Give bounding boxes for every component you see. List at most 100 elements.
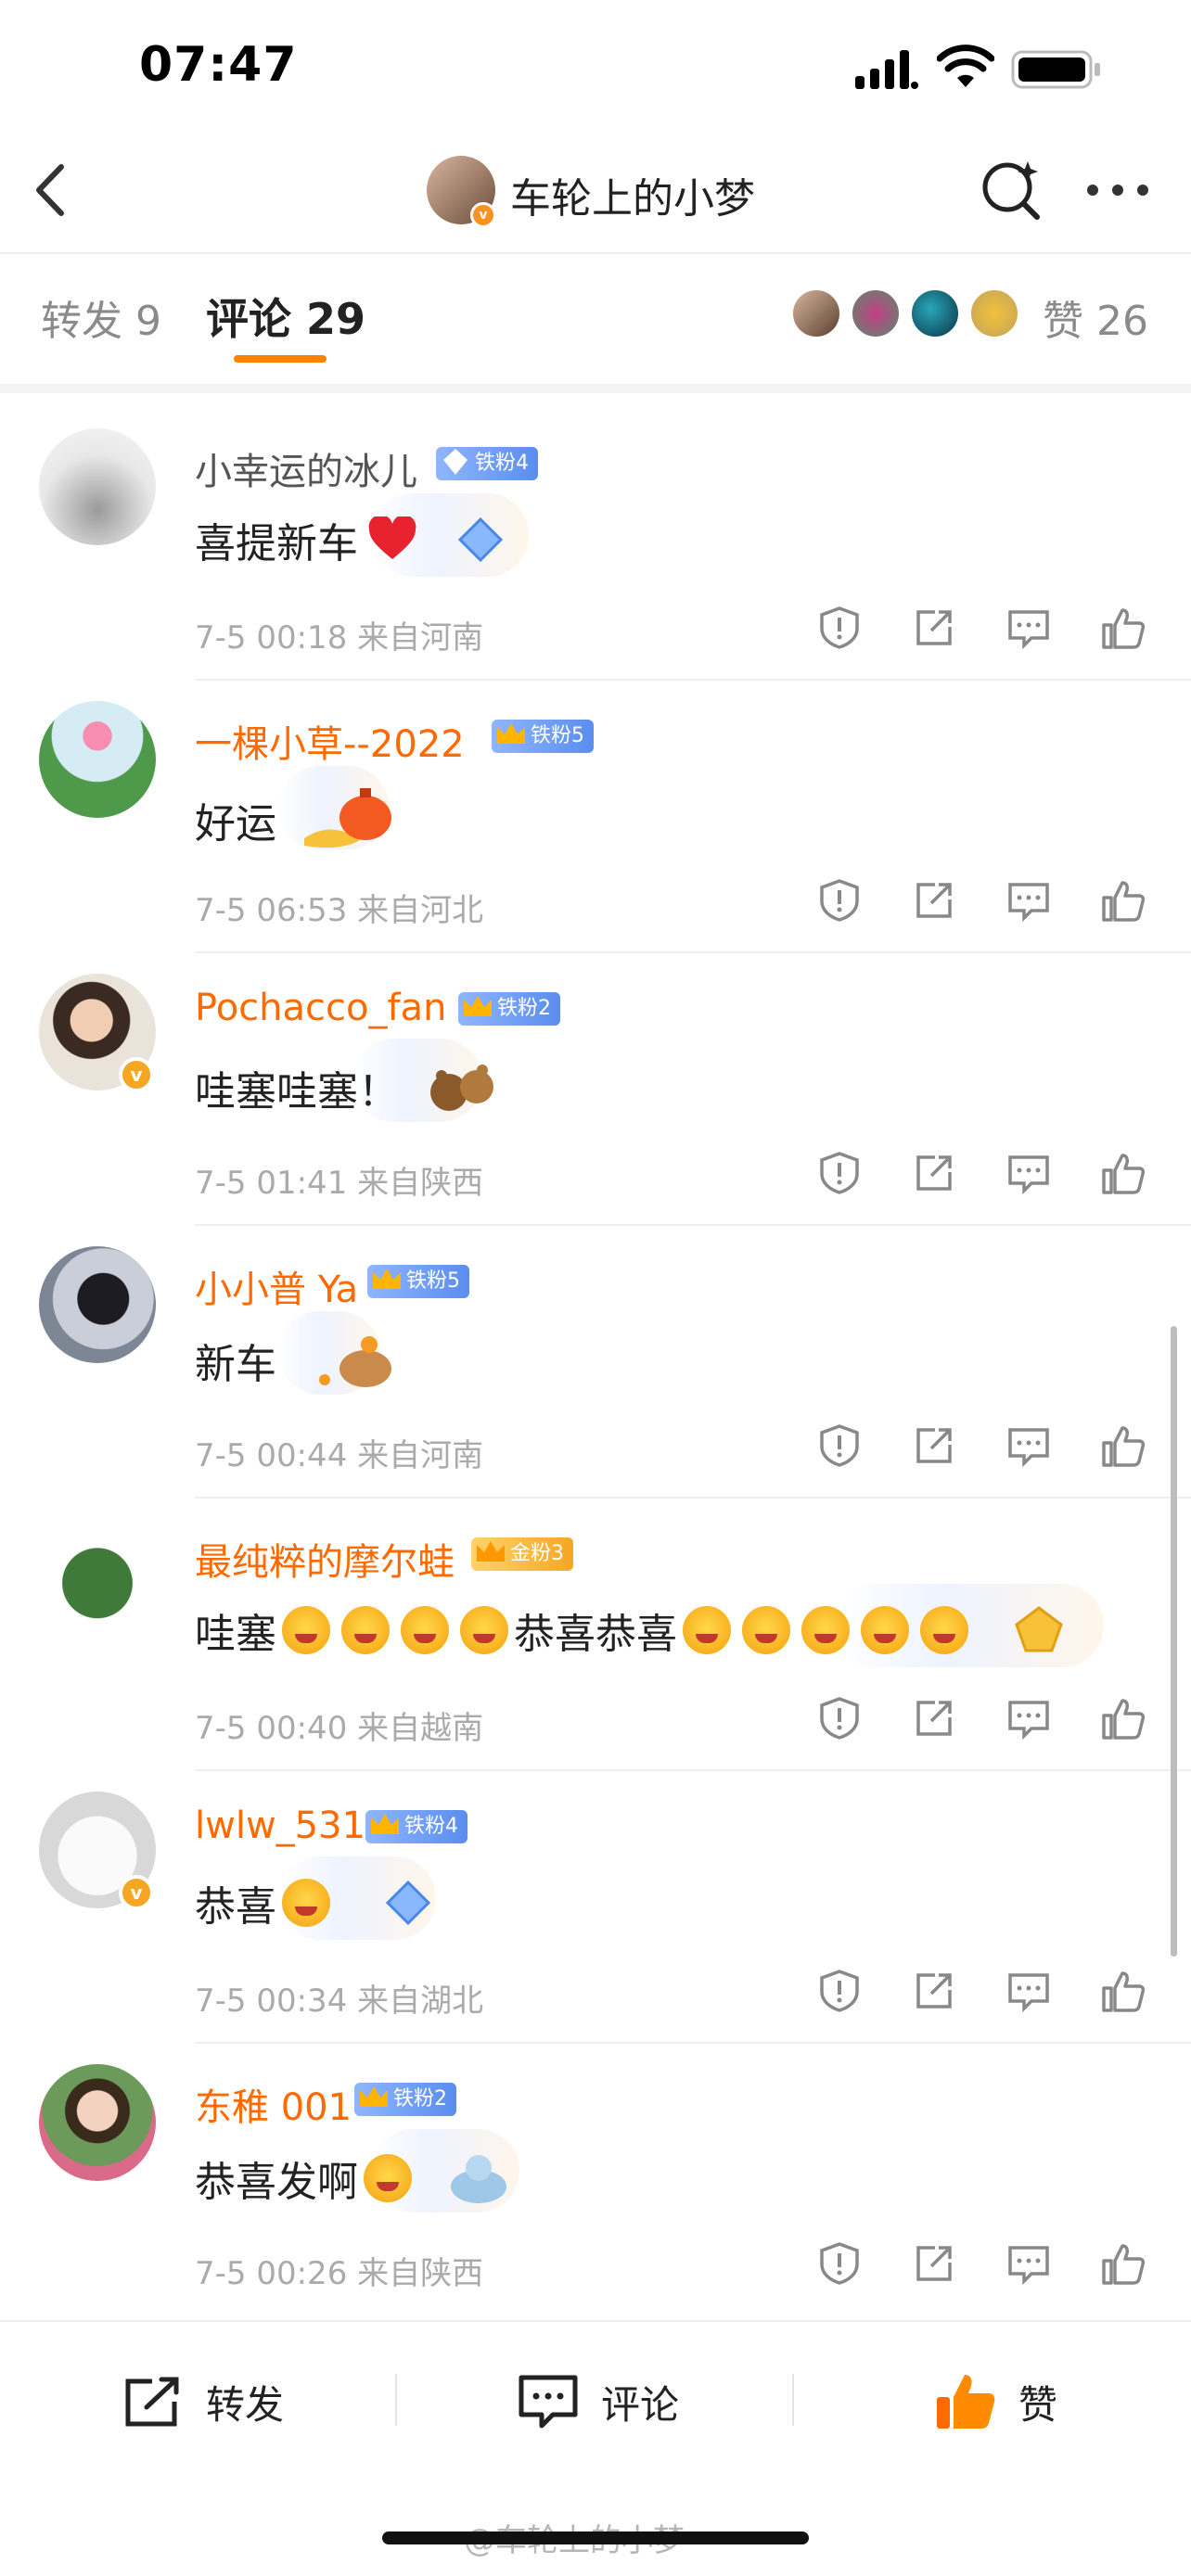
fan-badge: 铁粉4 bbox=[365, 1810, 467, 1843]
username[interactable]: 东稚 001 bbox=[195, 2077, 352, 2131]
share-icon[interactable] bbox=[911, 1422, 957, 1469]
liker-avatars[interactable] bbox=[790, 287, 1022, 339]
scrollbar[interactable] bbox=[1171, 1326, 1177, 1957]
back-icon[interactable] bbox=[28, 158, 74, 223]
emoji-icon bbox=[460, 1606, 508, 1654]
avatar[interactable] bbox=[39, 428, 156, 545]
fan-badge-label: 铁粉5 bbox=[406, 1269, 460, 1293]
report-icon[interactable] bbox=[816, 2240, 863, 2287]
share-icon[interactable] bbox=[911, 1695, 957, 1741]
reply-icon[interactable] bbox=[1005, 1422, 1052, 1469]
report-icon[interactable] bbox=[816, 1422, 863, 1469]
comment-item[interactable]: 小幸运的冰儿 铁粉4 喜提新车 7-5 00:18 来自河南 bbox=[0, 408, 1191, 681]
comment-actions bbox=[816, 2240, 1159, 2292]
tab-like[interactable]: 赞 26 bbox=[1043, 287, 1148, 347]
like-icon[interactable] bbox=[1100, 1422, 1146, 1469]
comment-text: 喜提新车 bbox=[195, 510, 506, 569]
comment-item[interactable]: 最纯粹的摩尔蛙 金粉3 哇塞 恭喜恭喜 7-5 00:40 来自越南 bbox=[0, 1498, 1191, 1771]
home-indicator[interactable] bbox=[382, 2531, 809, 2544]
red-heart-icon bbox=[367, 516, 417, 563]
username[interactable]: Pochacco_fan bbox=[195, 987, 446, 1029]
like-button[interactable]: 赞 bbox=[933, 2369, 1057, 2434]
battery-icon bbox=[1011, 48, 1104, 91]
emoji-icon bbox=[364, 2154, 412, 2202]
capybara-icon bbox=[314, 1328, 397, 1393]
fan-badge: 铁粉5 bbox=[367, 1265, 469, 1298]
like-icon[interactable] bbox=[1100, 1150, 1146, 1196]
liker-avatar bbox=[850, 287, 902, 339]
comment-actions bbox=[816, 1422, 1159, 1474]
bottom-bar-separator bbox=[395, 2374, 397, 2426]
comment-text: 哇塞 恭喜恭喜 bbox=[195, 1600, 1067, 1660]
tab-comment[interactable]: 评论 29 bbox=[206, 286, 365, 347]
comment-meta: 7-5 01:41 来自陕西 bbox=[195, 1165, 484, 1202]
liker-avatar bbox=[968, 287, 1020, 339]
comment-label: 评论 bbox=[601, 2381, 680, 2428]
fan-badge: 铁粉2 bbox=[458, 992, 560, 1026]
comment-item[interactable]: v Pochacco_fan 铁粉2 哇塞哇塞！ 7-5 01:41 来自陕西 bbox=[0, 953, 1191, 1226]
comment-item[interactable]: 一棵小草--2022 铁粉5 好运 7-5 06:53 来自河北 bbox=[0, 681, 1191, 953]
liker-avatar bbox=[909, 287, 961, 339]
crown-icon bbox=[493, 716, 529, 753]
reply-icon[interactable] bbox=[1005, 877, 1052, 924]
avatar[interactable] bbox=[39, 1519, 156, 1636]
comment-text-body: 新车 bbox=[195, 1341, 276, 1388]
username[interactable]: 一棵小草--2022 bbox=[195, 714, 465, 768]
comment-text-body: 哇塞哇塞！ bbox=[195, 1068, 399, 1116]
search-icon[interactable] bbox=[980, 158, 1044, 223]
comment-text-body: 恭喜发啊 bbox=[195, 2159, 358, 2206]
share-icon[interactable] bbox=[911, 877, 957, 924]
reply-icon[interactable] bbox=[1005, 1150, 1052, 1196]
reply-icon[interactable] bbox=[1005, 605, 1052, 651]
lantern-icon bbox=[304, 783, 397, 857]
signal-icon bbox=[855, 48, 920, 91]
fan-badge-label: 铁粉4 bbox=[404, 1815, 458, 1838]
tab-repost[interactable]: 转发 9 bbox=[41, 287, 161, 347]
gold-gem-icon bbox=[1011, 1602, 1067, 1658]
verified-badge-icon: v bbox=[119, 1057, 154, 1092]
like-label: 赞 bbox=[1018, 2381, 1058, 2428]
like-icon[interactable] bbox=[1100, 1695, 1146, 1741]
username[interactable]: 最纯粹的摩尔蛙 bbox=[195, 1532, 455, 1586]
username[interactable]: lwlw_531 bbox=[195, 1804, 365, 1847]
share-icon[interactable] bbox=[911, 2240, 957, 2287]
share-icon[interactable] bbox=[911, 1968, 957, 2014]
comment-button[interactable]: 评论 bbox=[516, 2369, 679, 2434]
like-icon[interactable] bbox=[1100, 1968, 1146, 2014]
report-icon[interactable] bbox=[816, 605, 863, 651]
share-icon[interactable] bbox=[911, 1150, 957, 1196]
reply-icon[interactable] bbox=[1005, 2240, 1052, 2287]
report-icon[interactable] bbox=[816, 1968, 863, 2014]
verified-badge-icon: v bbox=[470, 202, 496, 228]
comment-item[interactable]: 东稚 001 铁粉2 恭喜发啊 7-5 00:26 来自陕西 bbox=[0, 2044, 1191, 2316]
comment-meta: 7-5 00:26 来自陕西 bbox=[195, 2255, 484, 2292]
like-icon[interactable] bbox=[1100, 877, 1146, 924]
like-icon[interactable] bbox=[1100, 2240, 1146, 2287]
reply-icon[interactable] bbox=[1005, 1968, 1052, 2014]
comment-actions bbox=[816, 605, 1159, 657]
like-icon[interactable] bbox=[1100, 605, 1146, 651]
repost-icon bbox=[125, 2377, 179, 2427]
avatar[interactable] bbox=[39, 701, 156, 818]
report-icon[interactable] bbox=[816, 1150, 863, 1196]
comment-item[interactable]: v lwlw_531 铁粉4 恭喜 7-5 00:34 来自湖北 bbox=[0, 1771, 1191, 2044]
avatar[interactable] bbox=[39, 2064, 156, 2181]
repost-label: 转发 bbox=[206, 2381, 285, 2428]
avatar[interactable] bbox=[39, 1246, 156, 1363]
page-title[interactable]: 车轮上的小梦 bbox=[510, 165, 755, 224]
repost-button[interactable]: 转发 bbox=[121, 2369, 284, 2434]
tab-active-indicator bbox=[234, 355, 327, 363]
thumbs-up-icon bbox=[937, 2375, 995, 2429]
emoji-icon bbox=[341, 1606, 390, 1654]
emoji-icon bbox=[683, 1606, 731, 1654]
share-icon[interactable] bbox=[911, 605, 957, 651]
more-icon[interactable] bbox=[1085, 176, 1150, 204]
username[interactable]: 小小普 Ya bbox=[195, 1259, 358, 1313]
reply-icon[interactable] bbox=[1005, 1695, 1052, 1741]
comment-text-body: 喜提新车 bbox=[195, 520, 358, 567]
report-icon[interactable] bbox=[816, 877, 863, 924]
verified-badge-icon: v bbox=[119, 1875, 154, 1910]
comment-item[interactable]: 小小普 Ya 铁粉5 新车 7-5 00:44 来自河南 bbox=[0, 1226, 1191, 1498]
report-icon[interactable] bbox=[816, 1695, 863, 1741]
username[interactable]: 小幸运的冰儿 bbox=[195, 441, 417, 495]
